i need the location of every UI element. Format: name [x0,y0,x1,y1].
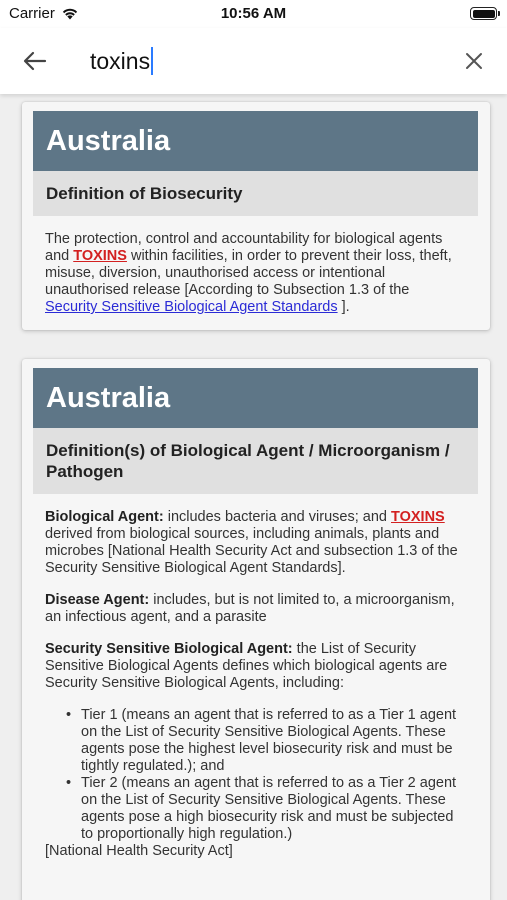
source-note: [National Health Security Act] [45,843,233,859]
back-button[interactable] [20,46,50,76]
definition-disease-agent: Disease Agent: includes, but is not limi… [45,592,464,626]
section-title: Definition(s) of Biological Agent / Micr… [33,428,478,494]
term-label: Disease Agent: [45,592,150,608]
arrow-left-icon [23,51,47,71]
result-body: Biological Agent: includes bacteria and … [45,509,464,860]
term-label: Biological Agent: [45,509,164,525]
list-item: Tier 1 (means an agent that is referred … [59,707,464,775]
search-input[interactable]: toxins [90,41,154,81]
text-caret [151,47,154,75]
close-icon [466,53,482,69]
result-body: The protection, control and accountabili… [45,231,464,316]
country-header: Australia [33,111,478,171]
standards-link[interactable]: Security Sensitive Biological Agent Stan… [45,299,338,315]
search-match-highlight: TOXINS [391,509,445,525]
definition-ssba: Security Sensitive Biological Agent: the… [45,641,464,692]
body-text-segment: ]. [337,299,350,315]
status-bar: Carrier 10:56 AM [0,0,507,28]
tier-list: Tier 1 (means an agent that is referred … [59,707,464,843]
section-title: Definition of Biosecurity [33,171,478,216]
definition-biological-agent: Biological Agent: includes bacteria and … [45,509,464,577]
result-card[interactable]: Australia Definition(s) of Biological Ag… [22,359,490,900]
result-card[interactable]: Australia Definition of Biosecurity The … [22,102,490,330]
status-time: 10:56 AM [220,5,287,22]
search-header: toxins [0,28,507,94]
list-item: Tier 2 (means an agent that is referred … [59,775,464,843]
body-text-segment: derived from biological sources, includi… [45,526,458,576]
term-label: Security Sensitive Biological Agent: [45,641,293,657]
search-query: toxins [90,47,151,74]
results-list[interactable]: Australia Definition of Biosecurity The … [0,94,507,900]
battery-icon [470,7,500,20]
body-text-segment: includes bacteria and viruses; and [163,509,391,525]
clear-search-button[interactable] [459,46,489,76]
search-match-highlight: TOXINS [73,248,127,264]
country-header: Australia [33,368,478,428]
